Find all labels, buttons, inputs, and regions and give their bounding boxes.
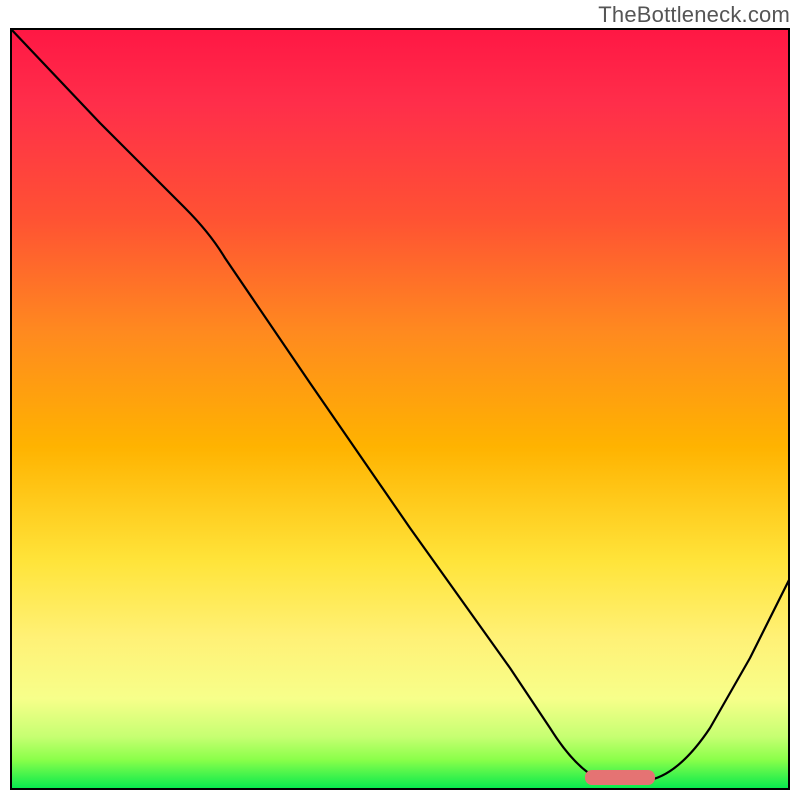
plot-area (10, 28, 790, 790)
optimal-marker-rect (585, 770, 655, 785)
marker-layer (10, 28, 790, 790)
plot-frame (11, 29, 789, 789)
chart-container: TheBottleneck.com (0, 0, 800, 800)
watermark-label: TheBottleneck.com (598, 2, 790, 28)
